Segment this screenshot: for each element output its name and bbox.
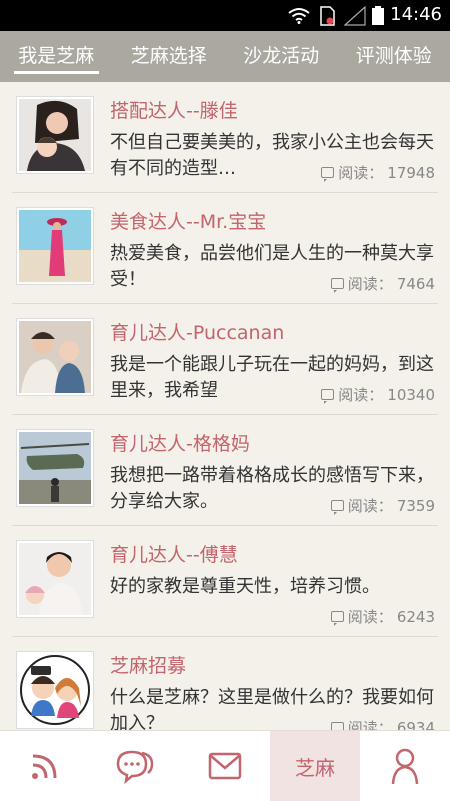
wifi-icon	[287, 6, 311, 24]
item-title[interactable]: 育儿达人-Puccanan	[110, 318, 284, 345]
list-item[interactable]: 搭配达人--滕佳 不但自己要美美的，我家小公主也会每天有不同的造型… 阅读：17…	[0, 82, 450, 193]
comment-bubble-icon	[321, 167, 334, 178]
sim-card-icon	[318, 6, 336, 26]
avatar	[16, 207, 94, 285]
read-count: 阅读：7464	[327, 273, 435, 294]
category-tabs: 我是芝麻 芝麻选择 沙龙活动 评测体验	[0, 31, 450, 82]
clock: 14:46	[390, 4, 442, 25]
cartoon-couple-logo	[19, 654, 91, 726]
status-bar: 14:46	[0, 0, 450, 31]
nav-chat[interactable]	[90, 731, 180, 801]
avatar	[16, 540, 94, 618]
item-title[interactable]: 芝麻招募	[110, 651, 186, 678]
nav-feed[interactable]	[0, 731, 90, 801]
avatar	[16, 429, 94, 507]
read-label: 阅读：	[338, 384, 383, 405]
battery-icon	[371, 6, 385, 26]
item-title[interactable]: 搭配达人--滕佳	[110, 96, 238, 123]
nav-mail[interactable]	[180, 731, 270, 801]
item-title[interactable]: 育儿达人-格格妈	[110, 429, 250, 456]
helicopter-photo	[19, 432, 91, 504]
chat-bubbles-icon	[115, 748, 155, 784]
article-list[interactable]: 搭配达人--滕佳 不但自己要美美的，我家小公主也会每天有不同的造型… 阅读：17…	[0, 82, 450, 730]
read-value: 10340	[387, 386, 435, 404]
item-title[interactable]: 美食达人--Mr.宝宝	[110, 207, 266, 234]
rss-feed-icon	[27, 748, 63, 784]
read-value: 7359	[397, 497, 435, 515]
list-item[interactable]: 育儿达人--傅慧 好的家教是尊重天性，培养习惯。 阅读：6243	[0, 526, 450, 637]
list-item[interactable]: 育儿达人-Puccanan 我是一个能跟儿子玩在一起的妈妈，到这里来，我希望 阅…	[0, 304, 450, 415]
read-value: 6934	[397, 719, 435, 731]
nav-zhima-label: 芝麻	[295, 752, 335, 781]
tab-wo-shi-zhima[interactable]: 我是芝麻	[0, 31, 113, 82]
read-value: 7464	[397, 275, 435, 293]
comment-bubble-icon	[321, 389, 334, 400]
list-item[interactable]: 美食达人--Mr.宝宝 热爱美食，品尝他们是人生的一种莫大享受！ 阅读：7464	[0, 193, 450, 304]
comment-bubble-icon	[331, 611, 344, 622]
avatar	[16, 318, 94, 396]
read-count: 阅读：7359	[327, 495, 435, 516]
beach-woman-photo	[19, 210, 91, 282]
signal-icon	[344, 6, 366, 26]
mother-son-photo	[19, 321, 91, 393]
comment-bubble-icon	[331, 500, 344, 511]
read-value: 6243	[397, 608, 435, 626]
read-count: 阅读：6243	[327, 606, 435, 627]
mother-daughter-photo	[19, 99, 91, 171]
read-count: 阅读：17948	[317, 162, 435, 183]
nav-profile[interactable]	[360, 731, 450, 801]
nav-zhima[interactable]: 芝麻	[270, 731, 360, 801]
comment-bubble-icon	[331, 722, 344, 730]
read-label: 阅读：	[348, 717, 393, 730]
bottom-nav: 芝麻	[0, 730, 450, 801]
read-count: 阅读： 6934	[327, 717, 435, 730]
avatar	[16, 651, 94, 729]
read-label: 阅读：	[348, 273, 393, 294]
read-value: 17948	[387, 164, 435, 182]
tab-zhima-xuanze[interactable]: 芝麻选择	[113, 31, 226, 82]
mother-baby-photo	[19, 543, 91, 615]
item-title[interactable]: 育儿达人--傅慧	[110, 540, 238, 567]
tab-shalong-huodong[interactable]: 沙龙活动	[225, 31, 338, 82]
mail-icon	[207, 748, 243, 784]
comment-bubble-icon	[331, 278, 344, 289]
read-label: 阅读：	[348, 495, 393, 516]
tab-pingce-tiyan[interactable]: 评测体验	[338, 31, 450, 82]
list-item[interactable]: 芝麻招募 什么是芝麻？这里是做什么的？我要如何加入？ 阅读：6934	[0, 637, 450, 730]
read-label: 阅读：	[348, 606, 393, 627]
read-count: 阅读：10340	[317, 384, 435, 405]
user-profile-icon	[387, 746, 423, 786]
avatar	[16, 96, 94, 174]
read-label: 阅读：	[338, 162, 383, 183]
list-item[interactable]: 育儿达人-格格妈 我想把一路带着格格成长的感悟写下来，分享给大家。 阅读：735…	[0, 415, 450, 526]
